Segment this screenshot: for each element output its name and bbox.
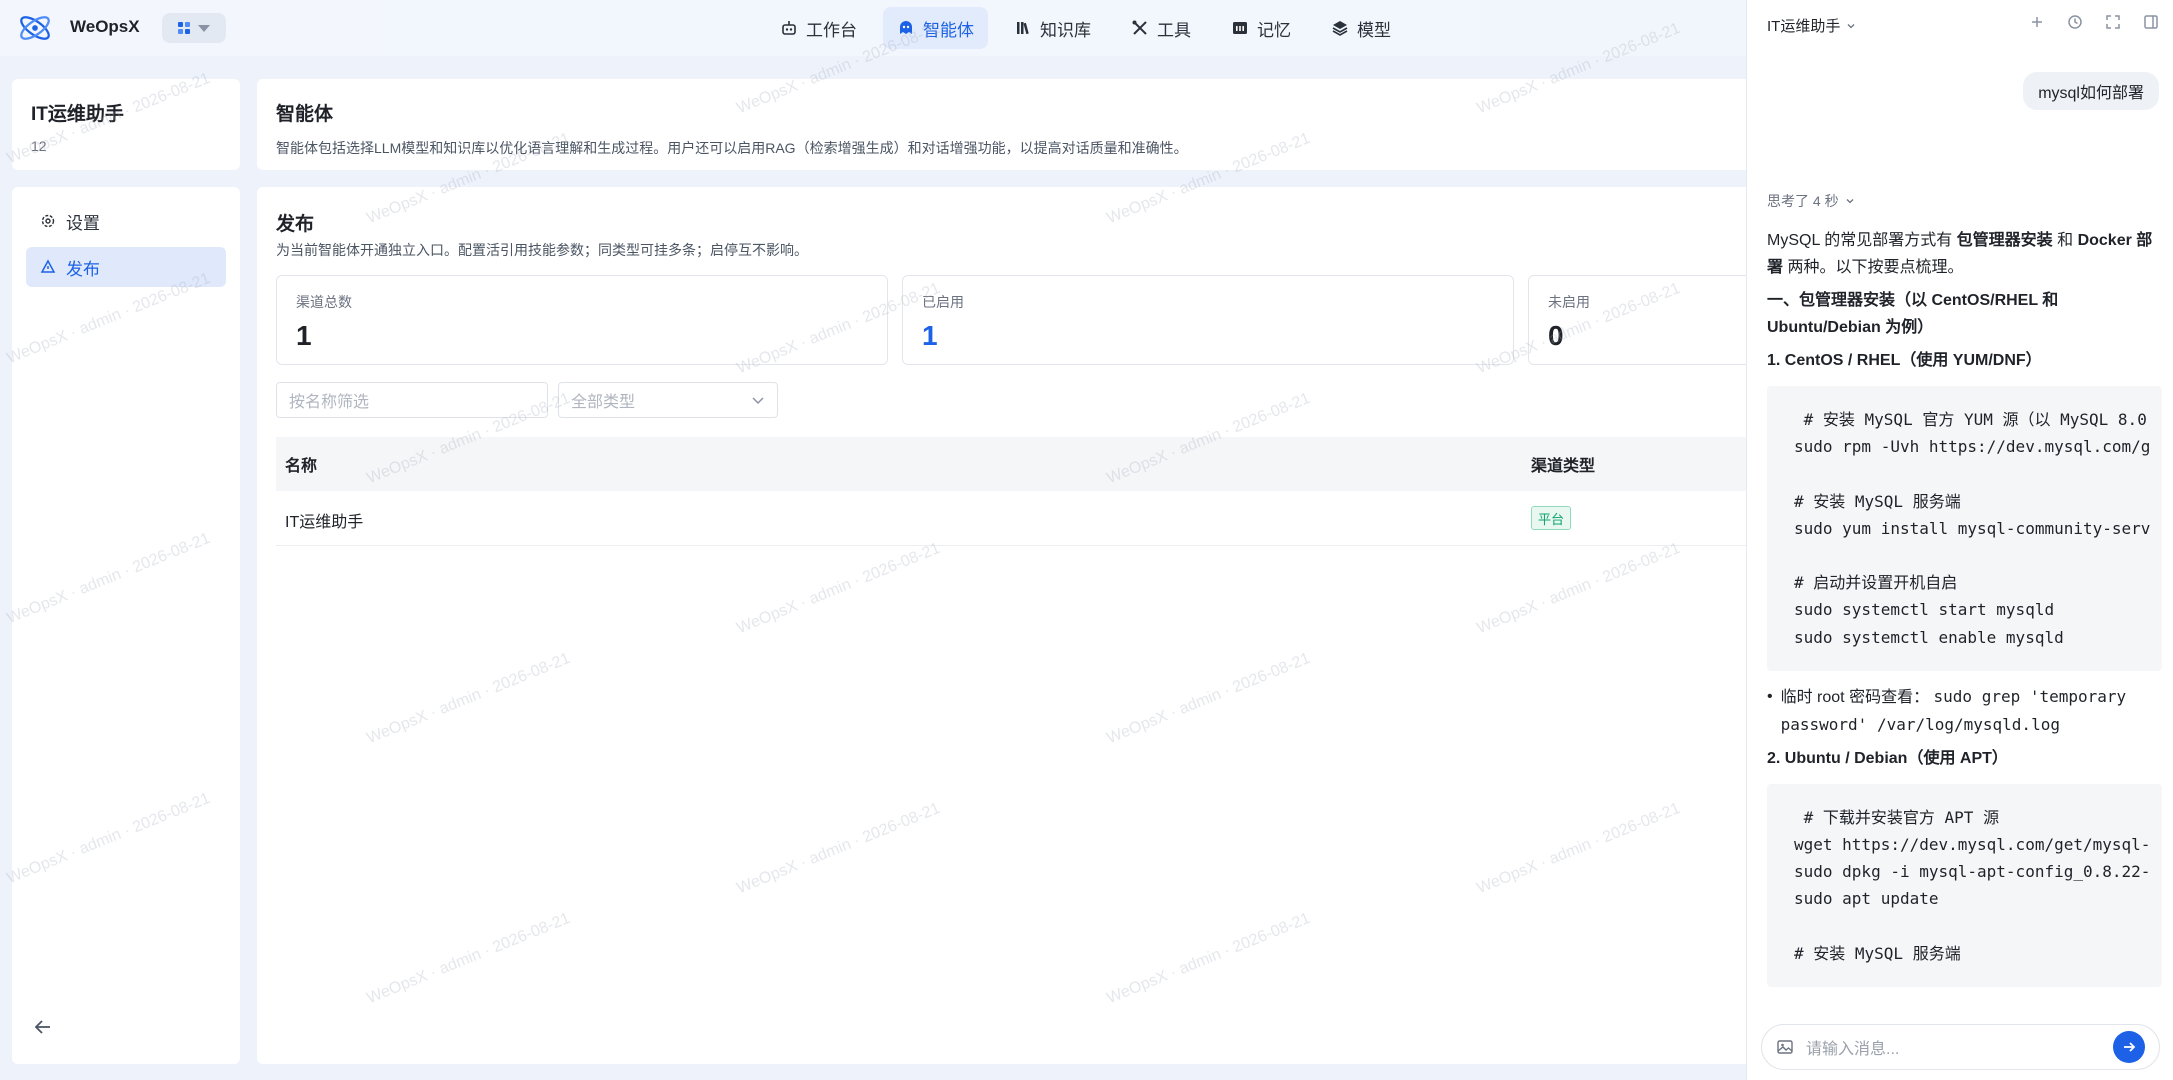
column-header-name: 名称: [285, 458, 318, 475]
intro-description: 智能体包括选择LLM模型和知识库以优化语言理解和生成过程。用户还可以启用RAG（…: [276, 140, 1188, 156]
sidebar-menu: 设置 发布: [12, 187, 240, 1064]
tools-icon: [1132, 20, 1147, 35]
channel-type-badge: 平台: [1531, 506, 1572, 530]
app-switcher[interactable]: [162, 13, 226, 43]
publish-title: 发布: [276, 214, 315, 235]
main-nav: 工作台 智能体 知识库 工具 记忆 模型: [766, 7, 1405, 49]
publish-panel: 发布 为当前智能体开通独立入口。配置活引用技能参数；同类型可挂多条；启停互不影响…: [257, 187, 2140, 1064]
chat-header: IT运维助手: [1747, 0, 2173, 48]
memory-icon: [1233, 22, 1247, 34]
stat-enabled: 已启用 1: [902, 275, 1514, 365]
bullet-text: 临时 root 密码查看：: [1780, 688, 1930, 706]
library-icon: [1017, 22, 1029, 35]
answer-subheading: 2. Ubuntu / Debian（使用 APT）: [1767, 749, 2008, 767]
bullet-dot: •: [1767, 687, 1773, 705]
chat-agent-selector[interactable]: IT运维助手: [1767, 15, 1856, 36]
chevron-down-icon: [198, 24, 210, 32]
name-filter-input[interactable]: 按名称筛选: [276, 382, 548, 418]
type-select[interactable]: 全部类型: [558, 382, 778, 418]
stat-value: 1: [296, 320, 312, 351]
sidebar-item-publish[interactable]: 发布: [26, 247, 226, 287]
row-name: IT运维助手: [285, 514, 364, 531]
nav-item-memory[interactable]: 记忆: [1217, 7, 1305, 49]
sidebar-item-label: 设置: [66, 213, 100, 233]
publish-description: 为当前智能体开通独立入口。配置活引用技能参数；同类型可挂多条；启停互不影响。: [276, 242, 808, 258]
nav-item-workbench[interactable]: 工作台: [766, 7, 871, 49]
code-block[interactable]: # 安装 MySQL 官方 YUM 源（以 MySQL 8.0 sudo rpm…: [1767, 386, 2162, 671]
fullscreen-icon[interactable]: [2104, 13, 2122, 31]
answer-text: MySQL 的常见部署方式有: [1767, 232, 1957, 249]
chat-input[interactable]: 请输入消息...: [1761, 1024, 2160, 1070]
brand-name: WeOpsX: [70, 17, 140, 36]
robot-icon: [782, 21, 796, 35]
code-block[interactable]: # 下载并安装官方 APT 源 wget https://dev.mysql.c…: [1767, 783, 2162, 988]
nav-label: 知识库: [1040, 20, 1091, 40]
nav-label: 工作台: [806, 20, 857, 40]
answer-subheading: 1. CentOS / RHEL（使用 YUM/DNF）: [1767, 352, 2042, 369]
intro-title: 智能体: [276, 104, 334, 125]
publish-icon: [40, 259, 56, 273]
table-row[interactable]: IT运维助手 平台: [276, 491, 1776, 546]
gear-icon: [41, 214, 55, 228]
bullet-content: 临时 root 密码查看： sudo grep 'temporary passw…: [1781, 683, 2162, 739]
chevron-down-icon: [1846, 199, 1854, 204]
stat-label: 已启用: [922, 294, 964, 310]
answer-text: 两种。以下按要点梳理。: [1783, 259, 1964, 276]
stat-total-channels: 渠道总数 1: [276, 275, 888, 365]
assistant-answer: MySQL 的常见部署方式有 包管理器安装 和 Docker 部署 两种。以下按…: [1767, 227, 2162, 1047]
send-button[interactable]: [2113, 1031, 2145, 1063]
agent-id: 12: [31, 138, 47, 154]
sidebar-item-label: 发布: [66, 259, 100, 279]
user-message-bubble: mysql如何部署: [2023, 72, 2159, 110]
send-arrow-icon: [2124, 1042, 2136, 1052]
layers-icon: [1332, 21, 1348, 36]
chat-title-text: IT运维助手: [1767, 18, 1841, 35]
type-select-value: 全部类型: [571, 394, 636, 411]
agent-info-card: IT运维助手 12: [12, 79, 240, 170]
sidebar-toggle-icon[interactable]: [2142, 13, 2160, 31]
chat-panel: IT运维助手 mysql如何部署 思考了 4 秒 MySQL 的常见部署方式有 …: [1746, 0, 2173, 1080]
column-header-type: 渠道类型: [1531, 458, 1596, 475]
nav-label: 智能体: [923, 20, 974, 40]
list-item: • 临时 root 密码查看： sudo grep 'temporary pas…: [1767, 683, 2162, 739]
new-chat-plus-icon[interactable]: [2028, 13, 2046, 31]
table-header: 名称 渠道类型: [276, 437, 1776, 491]
image-upload-icon[interactable]: [1776, 1038, 1794, 1056]
collapse-back-icon[interactable]: [32, 1016, 54, 1038]
weopsx-logo-icon[interactable]: [16, 10, 54, 46]
history-icon[interactable]: [2066, 13, 2084, 31]
filter-placeholder: 按名称筛选: [289, 394, 370, 411]
answer-heading: 一、包管理器安装（以 CentOS/RHEL 和 Ubuntu/Debian 为…: [1767, 292, 2059, 336]
answer-text: 和: [2052, 232, 2078, 249]
answer-bold: 包管理器安装: [1956, 232, 2053, 249]
chevron-down-icon: [1847, 23, 1855, 28]
nav-label: 模型: [1357, 20, 1391, 40]
chevron-down-icon: [752, 397, 764, 405]
nav-item-agent[interactable]: 智能体: [883, 7, 988, 49]
answer-intro: MySQL 的常见部署方式有 包管理器安装 和 Docker 部署 两种。以下按…: [1767, 227, 2162, 281]
nav-label: 工具: [1157, 20, 1191, 40]
agent-icon: [900, 21, 912, 34]
top-bar: WeOpsX 工作台 智能体 知识库 工具 记忆 模型: [0, 0, 1746, 56]
chat-toolbar: [2028, 13, 2160, 31]
agent-intro-card: 智能体 智能体包括选择LLM模型和知识库以优化语言理解和生成过程。用户还可以启用…: [257, 79, 1757, 170]
nav-item-tools[interactable]: 工具: [1117, 7, 1205, 49]
nav-item-model[interactable]: 模型: [1317, 7, 1405, 49]
thinking-toggle[interactable]: 思考了 4 秒: [1767, 191, 1855, 211]
nav-item-knowledge[interactable]: 知识库: [1000, 7, 1105, 49]
stat-value: 1: [922, 320, 938, 351]
nav-label: 记忆: [1257, 20, 1291, 40]
sidebar-item-settings[interactable]: 设置: [26, 201, 226, 241]
agent-name: IT运维助手: [31, 104, 124, 125]
apps-icon: [178, 22, 190, 34]
stat-label: 渠道总数: [296, 294, 352, 310]
chat-input-placeholder: 请输入消息...: [1806, 1041, 1900, 1058]
thinking-label: 思考了 4 秒: [1767, 193, 1839, 209]
